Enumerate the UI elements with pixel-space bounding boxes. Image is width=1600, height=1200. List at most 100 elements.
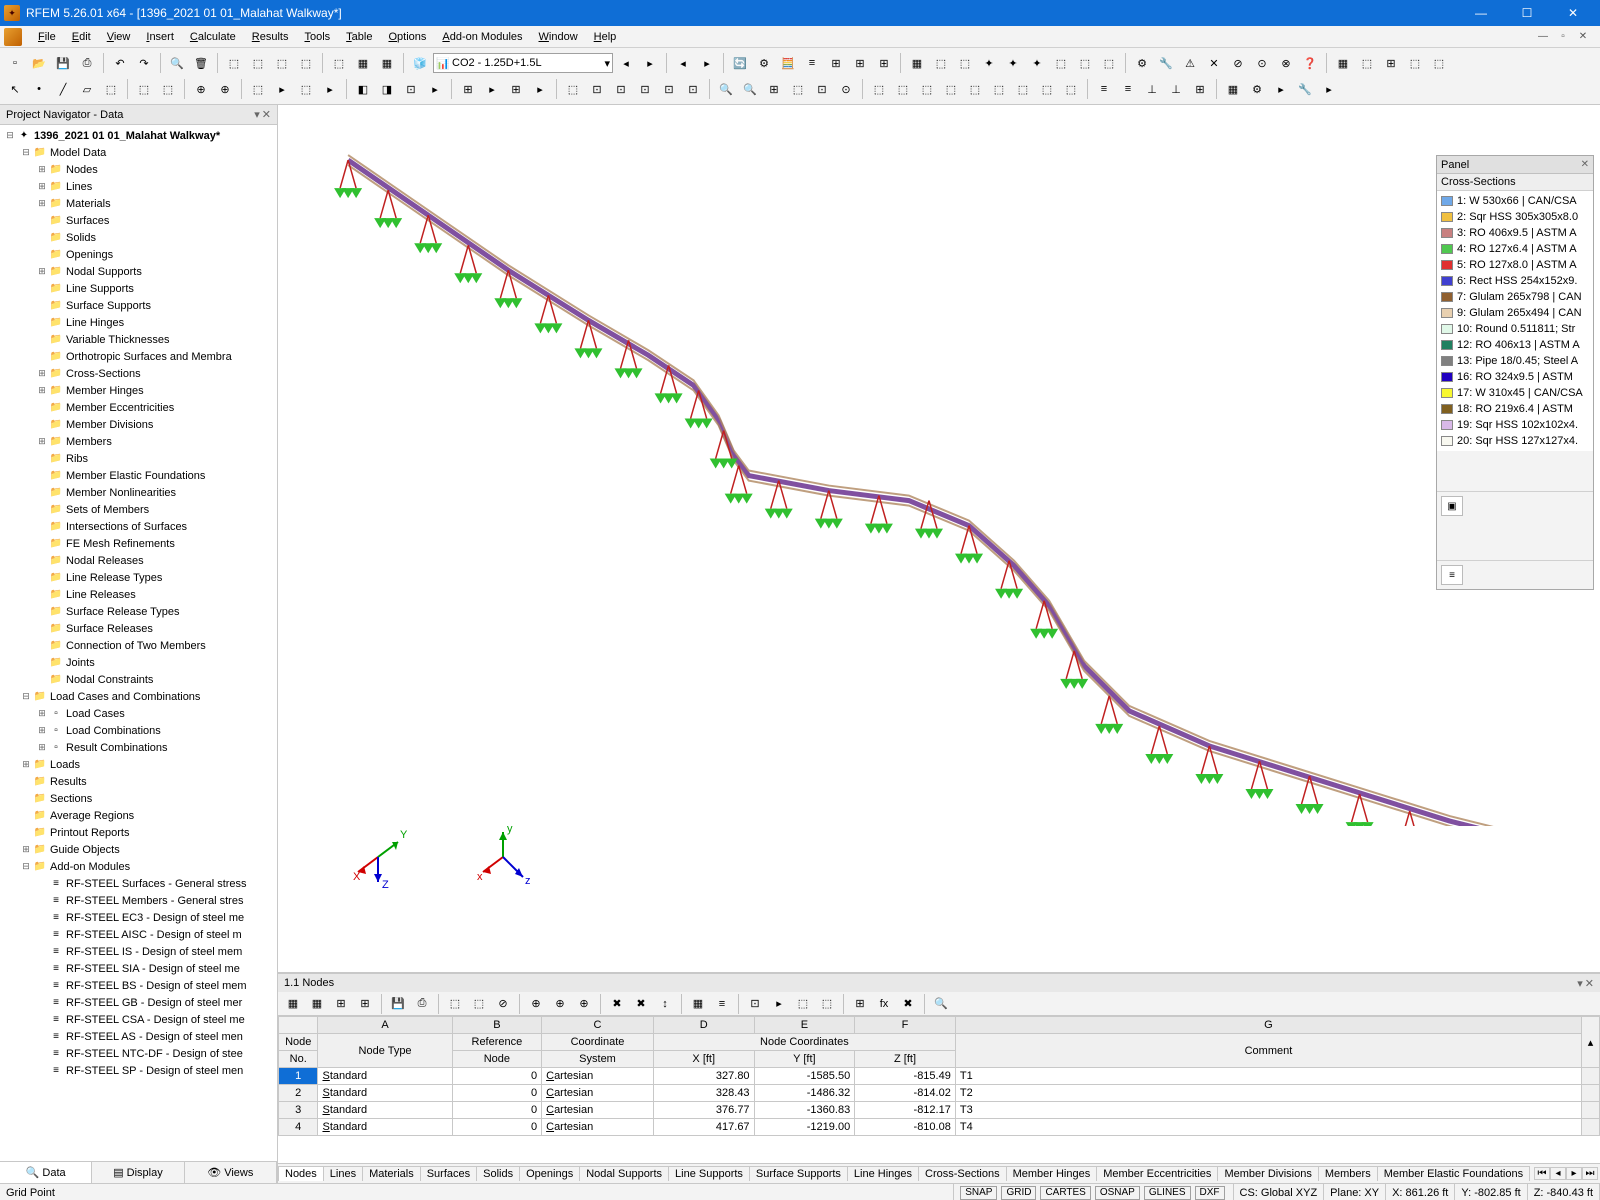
menu-results[interactable]: Results	[244, 29, 297, 45]
table-tab-cross-sections[interactable]: Cross-Sections	[918, 1166, 1007, 1181]
toolbar-button[interactable]: ⊞	[763, 78, 785, 100]
menu-view[interactable]: View	[99, 29, 139, 45]
table-tab-member-eccentricities[interactable]: Member Eccentricities	[1096, 1166, 1218, 1181]
toolbar-button[interactable]: ⬚	[988, 78, 1010, 100]
table-dropdown-icon[interactable]: ▾	[1577, 977, 1583, 990]
navigator-tab-display[interactable]: ▤Display	[92, 1162, 184, 1183]
toolbar-button[interactable]: ⬚	[1428, 52, 1450, 74]
tree-item[interactable]: ≡RF-STEEL SIA - Design of steel me	[0, 960, 277, 977]
tree-item[interactable]: ≡RF-STEEL BS - Design of steel mem	[0, 977, 277, 994]
toolbar-button[interactable]: ╱	[52, 78, 74, 100]
menu-file[interactable]: File	[30, 29, 64, 45]
toolbar-button[interactable]: ✦	[978, 52, 1000, 74]
snap-toggle-grid[interactable]: GRID	[1001, 1186, 1036, 1200]
tree-item[interactable]: ⊞📁Nodal Supports	[0, 263, 277, 280]
tree-item[interactable]: ≡RF-STEEL IS - Design of steel mem	[0, 943, 277, 960]
tab-scroll-button[interactable]: ⏭	[1582, 1167, 1598, 1180]
toolbar-button[interactable]: ⊡	[634, 78, 656, 100]
table-toolbar-button[interactable]: 🔍	[930, 993, 952, 1015]
toolbar-button[interactable]: ▱	[76, 78, 98, 100]
toolbar-button[interactable]: 📂	[28, 52, 50, 74]
table-toolbar-button[interactable]: ▦	[282, 993, 304, 1015]
table-tab-nodes[interactable]: Nodes	[278, 1166, 324, 1181]
table-toolbar-button[interactable]: ⬚	[444, 993, 466, 1015]
toolbar-button[interactable]: ⬚	[562, 78, 584, 100]
toolbar-button[interactable]: ✕	[1203, 52, 1225, 74]
toolbar-button[interactable]: ◧	[352, 78, 374, 100]
tab-scroll-button[interactable]: ◂	[1550, 1167, 1566, 1180]
tree-item[interactable]: ≡RF-STEEL SP - Design of steel men	[0, 1062, 277, 1079]
snap-toggle-cartes[interactable]: CARTES	[1040, 1186, 1090, 1200]
toolbar-button[interactable]: ⬚	[954, 52, 976, 74]
table-tab-nodal-supports[interactable]: Nodal Supports	[579, 1166, 669, 1181]
tree-item[interactable]: 📁Orthotropic Surfaces and Membra	[0, 348, 277, 365]
tree-item[interactable]: 📁Results	[0, 773, 277, 790]
tree-item[interactable]: 📁Line Release Types	[0, 569, 277, 586]
tree-item[interactable]: 📁Openings	[0, 246, 277, 263]
tree-item[interactable]: 📁Average Regions	[0, 807, 277, 824]
navigator-tab-views[interactable]: 👁Views	[185, 1162, 277, 1183]
table-toolbar-button[interactable]: ⊡	[744, 993, 766, 1015]
tree-item[interactable]: ⊞📁Loads	[0, 756, 277, 773]
toolbar-button[interactable]: ⊙	[835, 78, 857, 100]
table-toolbar-button[interactable]: ⊕	[549, 993, 571, 1015]
table-toolbar-button[interactable]: ↕	[654, 993, 676, 1015]
toolbar-button[interactable]: ↷	[133, 52, 155, 74]
toolbar-button[interactable]: ⊙	[1251, 52, 1273, 74]
tree-item[interactable]: 📁Surface Releases	[0, 620, 277, 637]
toolbar-button[interactable]: ⬚	[1012, 78, 1034, 100]
toolbar-button[interactable]: ⬚	[271, 52, 293, 74]
toolbar-button[interactable]: ⊞	[1189, 78, 1211, 100]
toolbar-button[interactable]: ⊡	[610, 78, 632, 100]
tree-item[interactable]: 📁Surface Release Types	[0, 603, 277, 620]
toolbar-button[interactable]: ⊡	[400, 78, 422, 100]
tree-item[interactable]: 📁Member Elastic Foundations	[0, 467, 277, 484]
tree-item[interactable]: ⊟📁Model Data	[0, 144, 277, 161]
table-toolbar-button[interactable]: ≡	[711, 993, 733, 1015]
toolbar-button[interactable]: ⊞	[849, 52, 871, 74]
toolbar-button[interactable]: ⬚	[247, 78, 269, 100]
model-viewport[interactable]: X Y Z x y z Panel✕ Cross-Sections 1: W 5…	[278, 105, 1600, 973]
toolbar-button[interactable]: ⚙	[1131, 52, 1153, 74]
table-tab-lines[interactable]: Lines	[323, 1166, 363, 1181]
app-menu-icon[interactable]	[4, 28, 22, 46]
toolbar-button[interactable]: ⬚	[295, 52, 317, 74]
tree-item[interactable]: 📁Printout Reports	[0, 824, 277, 841]
toolbar-button[interactable]: ▸	[529, 78, 551, 100]
tree-item[interactable]: ⊟📁Add-on Modules	[0, 858, 277, 875]
snap-toggle-snap[interactable]: SNAP	[960, 1186, 997, 1200]
tree-item[interactable]: 📁Joints	[0, 654, 277, 671]
table-toolbar-button[interactable]: ⬚	[468, 993, 490, 1015]
table-toolbar-button[interactable]: ⊞	[330, 993, 352, 1015]
tree-item[interactable]: ≡RF-STEEL Surfaces - General stress	[0, 875, 277, 892]
toolbar-button[interactable]: ⊞	[873, 52, 895, 74]
minimize-button[interactable]: —	[1458, 0, 1504, 26]
tree-item[interactable]: 📁Intersections of Surfaces	[0, 518, 277, 535]
toolbar-button[interactable]: ▦	[906, 52, 928, 74]
tree-item[interactable]: ≡RF-STEEL AS - Design of steel men	[0, 1028, 277, 1045]
tree-item[interactable]: ≡RF-STEEL AISC - Design of steel m	[0, 926, 277, 943]
toolbar-button[interactable]: ⬚	[1356, 52, 1378, 74]
toolbar-button[interactable]: ⬚	[1074, 52, 1096, 74]
tree-item[interactable]: ⊞▫Load Cases	[0, 705, 277, 722]
toolbar-button[interactable]: ▦	[1332, 52, 1354, 74]
toolbar-button[interactable]: ⊘	[1227, 52, 1249, 74]
table-toolbar-button[interactable]: ⊞	[849, 993, 871, 1015]
table-tab-surfaces[interactable]: Surfaces	[420, 1166, 477, 1181]
toolbar-button[interactable]: ◂	[672, 52, 694, 74]
menu-insert[interactable]: Insert	[138, 29, 182, 45]
tree-item[interactable]: 📁Sections	[0, 790, 277, 807]
close-button[interactable]: ✕	[1550, 0, 1596, 26]
toolbar-button[interactable]: ❓	[1299, 52, 1321, 74]
table-toolbar-button[interactable]: ⊞	[354, 993, 376, 1015]
navigator-tree[interactable]: ⊟✦1396_2021 01 01_Malahat Walkway*⊟📁Mode…	[0, 125, 277, 1161]
toolbar-button[interactable]: ⬚	[1098, 52, 1120, 74]
toolbar-button[interactable]: ▸	[1270, 78, 1292, 100]
menu-options[interactable]: Options	[380, 29, 434, 45]
tree-item[interactable]: ⊞▫Load Combinations	[0, 722, 277, 739]
load-next-button[interactable]: ▸	[639, 52, 661, 74]
panel-close-icon[interactable]: ✕	[1581, 159, 1589, 170]
tree-item[interactable]: 📁Line Hinges	[0, 314, 277, 331]
toolbar-button[interactable]: ▸	[481, 78, 503, 100]
toolbar-button[interactable]: ⚠	[1179, 52, 1201, 74]
